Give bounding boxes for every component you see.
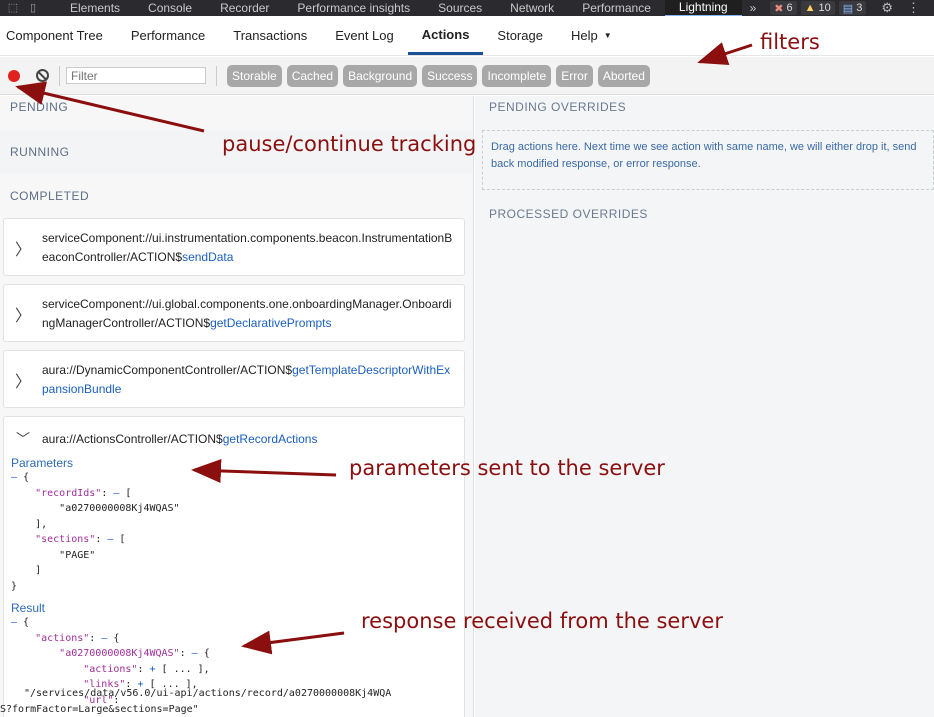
action-card[interactable]: 〉 serviceComponent://ui.instrumentation.… bbox=[3, 218, 465, 276]
nav-event-log[interactable]: Event Log bbox=[321, 16, 408, 55]
annotation-params: parameters sent to the server bbox=[349, 456, 665, 480]
filter-input[interactable] bbox=[66, 67, 206, 84]
actions-toolbar: Storable Cached Background Success Incom… bbox=[0, 57, 934, 95]
action-method: getRecordActions bbox=[222, 432, 318, 446]
filter-incomplete[interactable]: Incomplete bbox=[482, 64, 552, 87]
warning-count: 10 bbox=[818, 2, 831, 14]
record-toggle-button[interactable] bbox=[8, 69, 20, 82]
more-tabs-button[interactable]: » bbox=[742, 1, 765, 15]
nav-component-tree[interactable]: Component Tree bbox=[0, 16, 117, 55]
filter-cached[interactable]: Cached bbox=[286, 64, 339, 87]
devtools-tab-bar: ⬚ ▯ Elements Console Recorder Performanc… bbox=[0, 0, 934, 16]
nav-actions[interactable]: Actions bbox=[407, 16, 484, 55]
override-dropzone[interactable]: Drag actions here. Next time we see acti… bbox=[482, 130, 934, 190]
annotation-response: response received from the server bbox=[361, 609, 723, 633]
devtools-tab-console[interactable]: Console bbox=[134, 0, 206, 16]
action-prefix: serviceComponent://ui.instrumentation.co… bbox=[42, 231, 453, 264]
inspect-icon[interactable]: ⬚ bbox=[6, 2, 20, 14]
nav-transactions[interactable]: Transactions bbox=[219, 16, 321, 55]
warning-count-badge[interactable]: ▲ 10 bbox=[800, 1, 835, 15]
pending-header: PENDING bbox=[0, 96, 473, 116]
filter-storable[interactable]: Storable bbox=[227, 64, 282, 87]
devtools-tab-sources[interactable]: Sources bbox=[424, 0, 496, 16]
action-name: serviceComponent://ui.global.components.… bbox=[42, 295, 454, 333]
nav-help[interactable]: Help ▼ bbox=[557, 16, 626, 55]
annotation-pause: pause/continue tracking bbox=[222, 132, 477, 156]
devtools-tab-lightning[interactable]: Lightning bbox=[664, 0, 742, 16]
action-card[interactable]: 〉 aura://DynamicComponentController/ACTI… bbox=[3, 350, 465, 408]
filter-error[interactable]: Error bbox=[556, 64, 593, 87]
pending-overrides-header: PENDING OVERRIDES bbox=[489, 100, 627, 114]
settings-gear-icon[interactable]: ⚙ bbox=[881, 0, 893, 16]
action-card[interactable]: 〉 serviceComponent://ui.global.component… bbox=[3, 284, 465, 342]
completed-header: COMPLETED bbox=[10, 189, 90, 203]
devtools-tab-performance-insights[interactable]: Performance insights bbox=[283, 0, 424, 16]
devtools-tab-network[interactable]: Network bbox=[496, 0, 568, 16]
filter-aborted[interactable]: Aborted bbox=[597, 64, 650, 87]
message-count-badge[interactable]: ▤ 3 bbox=[838, 1, 867, 15]
devtools-tab-performance[interactable]: Performance bbox=[568, 0, 665, 16]
device-toolbar-icon[interactable]: ▯ bbox=[26, 2, 40, 14]
devtools-tab-recorder[interactable]: Recorder bbox=[206, 0, 283, 16]
filter-background[interactable]: Background bbox=[343, 64, 418, 87]
kebab-menu-icon[interactable]: ⋮ bbox=[907, 0, 920, 16]
chevron-right-icon[interactable]: 〉 bbox=[4, 368, 42, 392]
message-count: 3 bbox=[856, 2, 863, 14]
url-value: "/services/data/v56.0/ui-api/actions/rec… bbox=[0, 688, 392, 715]
action-prefix: aura://DynamicComponentController/ACTION… bbox=[42, 363, 293, 377]
action-method: sendData bbox=[182, 250, 234, 264]
processed-overrides-header: PROCESSED OVERRIDES bbox=[489, 207, 648, 221]
error-count-badge[interactable]: ✖ 6 bbox=[770, 1, 797, 15]
nav-performance[interactable]: Performance bbox=[117, 16, 219, 55]
parameters-json: – { "recordIds": – [ "a0270000008Kj4WQAS… bbox=[11, 472, 180, 592]
filter-success[interactable]: Success bbox=[422, 64, 478, 87]
error-icon: ✖ bbox=[774, 2, 784, 15]
message-icon: ▤ bbox=[842, 2, 854, 15]
nav-help-label: Help bbox=[570, 28, 598, 43]
action-prefix: aura://ActionsController/ACTION$ bbox=[42, 432, 223, 446]
warning-icon: ▲ bbox=[804, 2, 816, 14]
expanded-action-header[interactable]: ﹀ aura://ActionsController/ACTION$ getRec… bbox=[4, 429, 464, 449]
section-value: "PAGE" bbox=[59, 549, 96, 561]
chevron-right-icon[interactable]: 〉 bbox=[4, 302, 42, 326]
action-name: serviceComponent://ui.instrumentation.co… bbox=[42, 229, 454, 267]
clear-icon[interactable] bbox=[36, 69, 49, 82]
toolbar-divider bbox=[59, 65, 60, 86]
annotation-filters: filters bbox=[760, 30, 820, 54]
devtools-tab-elements[interactable]: Elements bbox=[56, 0, 134, 16]
caret-down-icon: ▼ bbox=[603, 31, 612, 40]
nav-storage[interactable]: Storage bbox=[483, 16, 557, 55]
toolbar-divider bbox=[216, 65, 217, 86]
chevron-right-icon[interactable]: 〉 bbox=[4, 236, 42, 260]
error-count: 6 bbox=[786, 2, 793, 14]
action-name: aura://DynamicComponentController/ACTION… bbox=[42, 361, 454, 399]
chevron-down-icon[interactable]: ﹀ bbox=[4, 429, 42, 449]
record-id-value: "a0270000008Kj4WQAS" bbox=[59, 503, 180, 514]
action-method: getDeclarativePrompts bbox=[210, 316, 332, 330]
